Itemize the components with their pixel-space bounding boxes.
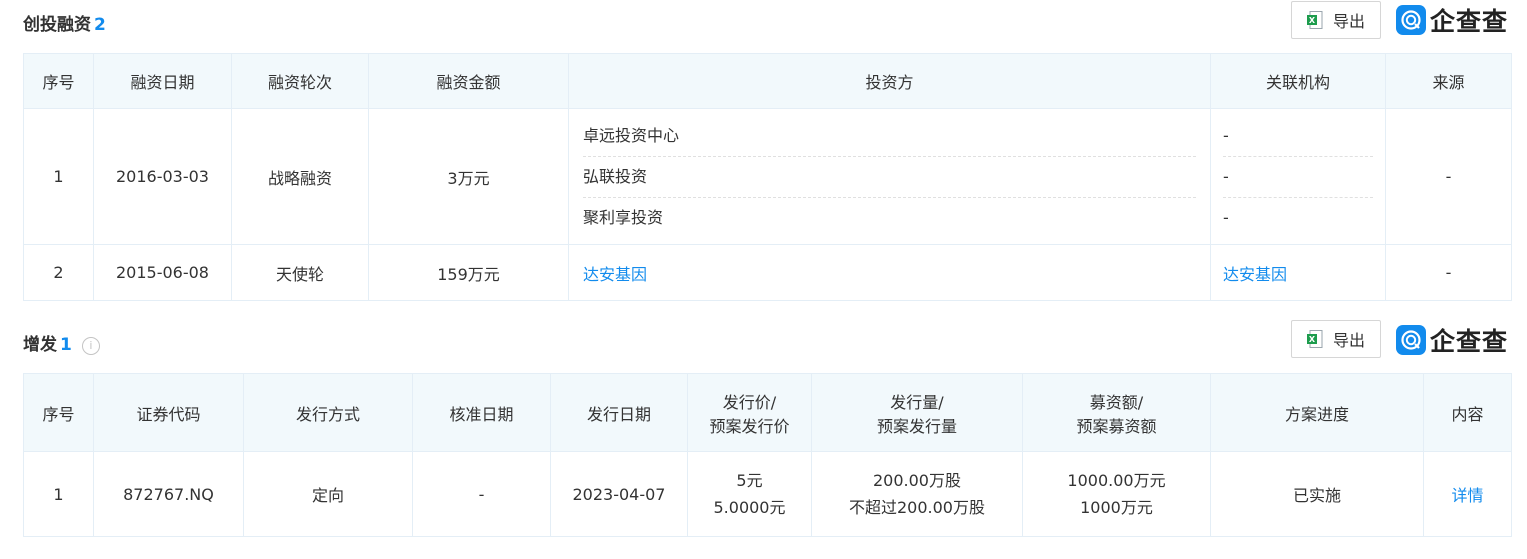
cell-investors: 卓远投资中心 弘联投资 聚利享投资	[568, 108, 1211, 245]
investor-name: 弘联投资	[583, 157, 1196, 198]
table-header-row: 序号 证券代码 发行方式 核准日期 发行日期 发行价/ 预案发行价 发行量/ 预…	[23, 373, 1512, 452]
cell-issue-date: 2023-04-07	[550, 451, 688, 537]
header-cell: 融资轮次	[231, 53, 369, 109]
header-cell: 关联机构	[1210, 53, 1386, 109]
header-line: 预案发行价	[709, 416, 790, 436]
table-row: 2 2015-06-08 天使轮 159万元 达安基因 达安基因 -	[23, 244, 1512, 301]
cell-funds: 1000.00万元 1000万元	[1022, 451, 1211, 537]
section-count: 1	[60, 335, 72, 355]
related-link[interactable]: 达安基因	[1223, 265, 1287, 284]
table-header-row: 序号 融资日期 融资轮次 融资金额 投资方 关联机构 来源	[23, 53, 1512, 109]
logo-text: 企查查	[1430, 7, 1509, 36]
section-title-text: 创投融资	[23, 15, 91, 35]
qichacha-logo-icon	[1396, 325, 1426, 355]
header-cell: 融资日期	[93, 53, 232, 109]
svg-text:X: X	[1309, 16, 1316, 25]
cell-date: 2016-03-03	[93, 108, 232, 245]
details-link[interactable]: 详情	[1451, 486, 1483, 505]
qichacha-logo-icon	[1396, 5, 1426, 35]
investor-name: 卓远投资中心	[583, 116, 1196, 157]
export-button[interactable]: X 导出	[1291, 320, 1381, 358]
header-cell: 内容	[1423, 373, 1512, 452]
header-cell: 发行方式	[243, 373, 413, 452]
cell-code: 872767.NQ	[93, 451, 244, 537]
table-row: 1 2016-03-03 战略融资 3万元 卓远投资中心 弘联投资 聚利享投资 …	[23, 108, 1512, 245]
cell-content: 详情	[1423, 451, 1512, 537]
export-label: 导出	[1332, 12, 1365, 31]
logo-text: 企查查	[1430, 327, 1509, 356]
excel-icon: X	[1306, 11, 1323, 29]
section-title-financing: 创投融资 2	[23, 10, 106, 35]
cell-amount: 159万元	[368, 244, 569, 301]
section-title-text: 增发	[23, 335, 57, 355]
funds-value: 1000.00万元	[1067, 471, 1166, 490]
header-cell: 发行日期	[550, 373, 688, 452]
header-cell: 融资金额	[368, 53, 569, 109]
investor-link[interactable]: 达安基因	[583, 265, 647, 284]
header-cell: 来源	[1385, 53, 1512, 109]
cell-approve-date: -	[412, 451, 551, 537]
header-cell: 序号	[23, 373, 94, 452]
cell-index: 1	[23, 451, 94, 537]
header-cell: 序号	[23, 53, 94, 109]
cell-round: 战略融资	[231, 108, 369, 245]
header-cell: 募资额/ 预案募资额	[1022, 373, 1211, 452]
investor-name: 聚利享投资	[583, 207, 664, 227]
cell-source: -	[1385, 108, 1512, 245]
header-cell: 证券代码	[93, 373, 244, 452]
cell-related: 达安基因	[1210, 244, 1386, 301]
header-cell: 发行量/ 预案发行量	[811, 373, 1023, 452]
info-icon[interactable]: i	[81, 337, 100, 355]
cell-date: 2015-06-08	[93, 244, 232, 301]
export-label: 导出	[1332, 331, 1365, 350]
table-row: 1 872767.NQ 定向 - 2023-04-07 5元 5.0000元 2…	[23, 451, 1512, 537]
cell-index: 1	[23, 108, 94, 245]
cell-volume: 200.00万股 不超过200.00万股	[811, 451, 1023, 537]
related-value: -	[1223, 207, 1229, 227]
cell-index: 2	[23, 244, 94, 301]
plan-price-value: 5.0000元	[713, 498, 786, 517]
cell-progress: 已实施	[1210, 451, 1424, 537]
header-line: 发行量/	[890, 392, 944, 412]
section-title-additional-issue: 增发 1 i	[23, 330, 100, 355]
cell-investors: 达安基因	[568, 244, 1211, 301]
header-line: 预案募资额	[1076, 416, 1157, 436]
price-value: 5元	[736, 471, 763, 490]
section-count: 2	[94, 15, 106, 35]
related-value: -	[1223, 157, 1373, 198]
svg-text:X: X	[1309, 335, 1316, 344]
cell-price: 5元 5.0000元	[687, 451, 812, 537]
financing-table: 序号 融资日期 融资轮次 融资金额 投资方 关联机构 来源 1 2016-03-…	[23, 53, 1512, 301]
cell-related: - - -	[1210, 108, 1386, 245]
volume-value: 200.00万股	[873, 471, 961, 490]
cell-source: -	[1385, 244, 1512, 301]
header-cell: 核准日期	[412, 373, 551, 452]
header-line: 发行价/	[722, 392, 777, 412]
header-cell: 发行价/ 预案发行价	[687, 373, 812, 452]
additional-issue-table: 序号 证券代码 发行方式 核准日期 发行日期 发行价/ 预案发行价 发行量/ 预…	[23, 373, 1512, 537]
export-button[interactable]: X 导出	[1291, 1, 1381, 39]
related-value: -	[1223, 116, 1373, 157]
header-line: 预案发行量	[876, 416, 957, 436]
plan-volume-value: 不超过200.00万股	[849, 498, 985, 517]
qichacha-logo: 企查查	[1396, 4, 1508, 36]
qichacha-logo: 企查查	[1396, 324, 1508, 356]
cell-method: 定向	[243, 451, 413, 537]
cell-amount: 3万元	[368, 108, 569, 245]
excel-icon: X	[1306, 330, 1323, 348]
plan-funds-value: 1000万元	[1080, 498, 1153, 517]
header-cell: 投资方	[568, 53, 1211, 109]
header-line: 募资额/	[1089, 392, 1144, 412]
header-cell: 方案进度	[1210, 373, 1424, 452]
cell-round: 天使轮	[231, 244, 369, 301]
